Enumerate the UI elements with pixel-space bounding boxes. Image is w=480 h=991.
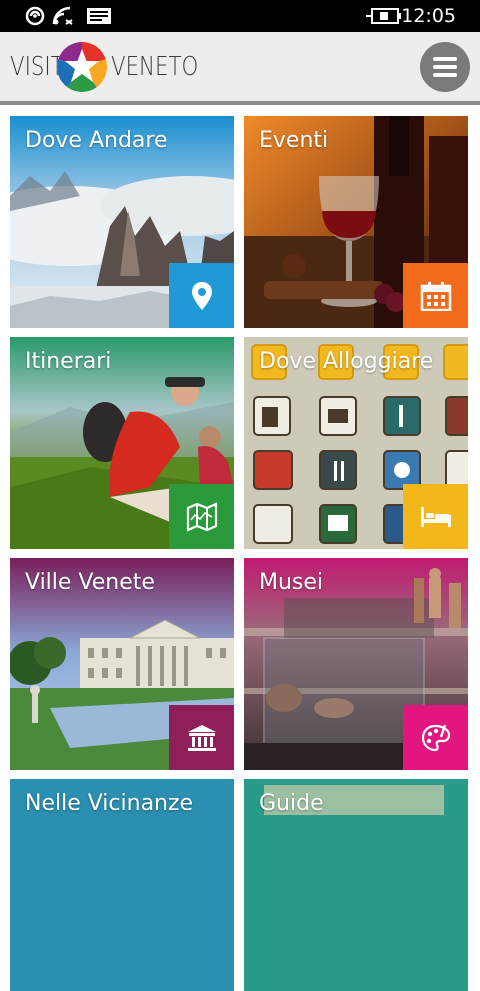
tile-badge	[169, 484, 234, 549]
tile-title: Dove Andare	[25, 128, 168, 153]
tile-guide[interactable]: Guide	[244, 779, 468, 991]
hamburger-icon-line	[433, 73, 457, 77]
calendar-icon	[420, 281, 451, 311]
tile-title: Guide	[259, 791, 324, 816]
tile-nelle-vicinanze[interactable]: Nelle Vicinanze	[10, 779, 234, 991]
palette-icon	[421, 724, 450, 751]
tile-musei[interactable]: Musei	[244, 558, 468, 770]
tile-title: Itinerari	[25, 349, 112, 374]
hamburger-icon-line	[433, 65, 457, 69]
wifi-icon	[52, 6, 73, 25]
tile-badge	[169, 263, 234, 328]
tile-title: Ville Venete	[25, 570, 155, 595]
tile-title: Musei	[259, 570, 324, 595]
tile-eventi[interactable]: Eventi	[244, 116, 468, 328]
bed-icon	[420, 506, 451, 527]
tile-badge	[403, 263, 468, 328]
tile-badge	[403, 484, 468, 549]
map-icon	[186, 501, 217, 532]
hamburger-icon	[433, 57, 457, 61]
message-icon	[87, 8, 111, 24]
museum-building-icon	[187, 724, 216, 751]
tile-itinerari[interactable]: Itinerari	[10, 337, 234, 549]
tile-title: Dove Alloggiare	[259, 349, 434, 374]
tile-title: Nelle Vicinanze	[25, 791, 194, 816]
veneto-star-logo-icon	[56, 41, 108, 92]
tile-badge	[403, 705, 468, 770]
tile-title: Eventi	[259, 128, 329, 153]
tile-badge	[169, 705, 234, 770]
map-pin-icon	[191, 281, 212, 310]
status-bar: 12:05	[0, 0, 480, 32]
tile-ville-venete[interactable]: Ville Venete	[10, 558, 234, 770]
tile-dove-alloggiare[interactable]: Dove Alloggiare	[244, 337, 468, 549]
logo-text-veneto: VENETO	[111, 52, 199, 82]
tile-dove-andare[interactable]: Dove Andare	[10, 116, 234, 328]
nfc-icon	[25, 6, 45, 26]
menu-button[interactable]	[420, 42, 470, 92]
battery-charging-icon	[366, 8, 401, 24]
clock: 12:05	[401, 5, 456, 27]
header-divider	[0, 101, 480, 105]
